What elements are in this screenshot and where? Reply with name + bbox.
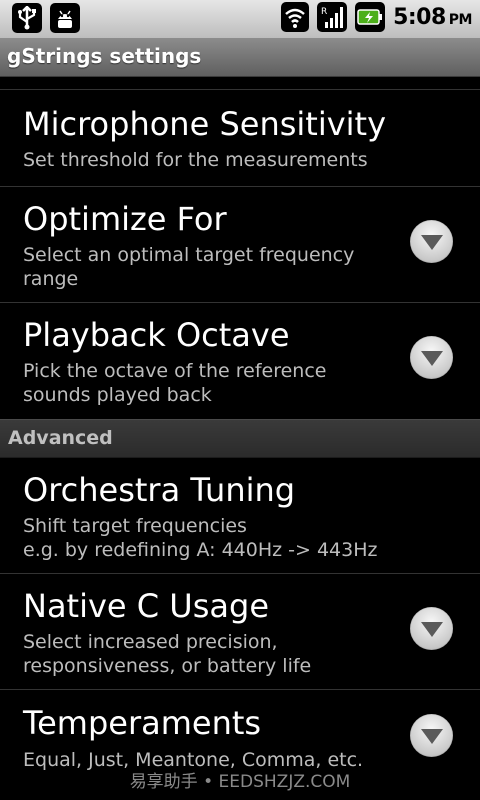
- pref-title: Microphone Sensitivity: [23, 105, 387, 143]
- page-title: gStrings settings: [7, 44, 202, 68]
- status-left-icons: [12, 3, 80, 33]
- pref-summary: Set threshold for the measurements: [23, 149, 368, 171]
- status-right-icons: R 5:08 PM: [281, 2, 473, 32]
- pref-microphone-sensitivity[interactable]: Microphone Sensitivity Set threshold for…: [0, 90, 480, 187]
- status-clock: 5:08 PM: [393, 5, 472, 30]
- pref-title: Playback Octave: [23, 316, 290, 354]
- dropdown-arrow-icon[interactable]: [410, 714, 453, 757]
- watermark: 易享助手 • EEDSHZJZ.COM: [129, 772, 351, 792]
- title-bar: gStrings settings: [0, 38, 480, 77]
- pref-orchestra-tuning[interactable]: Orchestra Tuning Shift target frequencie…: [0, 457, 480, 574]
- battery-charging-icon: [355, 2, 386, 32]
- pref-summary: Pick the octave of the reference sounds …: [23, 360, 327, 406]
- dropdown-arrow-icon[interactable]: [410, 336, 453, 379]
- pref-optimize-for[interactable]: Optimize For Select an optimal target fr…: [0, 187, 480, 303]
- pref-summary-line1: Shift target frequencies: [23, 515, 247, 537]
- android-debug-icon: [50, 3, 80, 33]
- category-label: Advanced: [8, 427, 113, 449]
- pref-title: Temperaments: [23, 704, 262, 742]
- pref-native-c-usage[interactable]: Native C Usage Select increased precisio…: [0, 574, 480, 690]
- usb-icon: [12, 3, 42, 33]
- signal-roaming-icon: R: [317, 2, 348, 32]
- dropdown-arrow-icon[interactable]: [410, 220, 453, 263]
- clock-ampm: PM: [448, 11, 473, 28]
- clock-time: 5:08: [393, 4, 446, 30]
- pref-title: Optimize For: [23, 200, 227, 238]
- status-bar: R 5:08 PM: [0, 0, 480, 38]
- pref-playback-octave[interactable]: Playback Octave Pick the octave of the r…: [0, 303, 480, 420]
- pref-title: Orchestra Tuning: [23, 471, 296, 509]
- pref-summary: Select an optimal target frequency range: [23, 244, 355, 290]
- pref-summary: Select increased precision, responsivene…: [23, 631, 312, 677]
- pref-summary-line2: e.g. by redefining A: 440Hz -> 443Hz: [23, 539, 378, 561]
- dropdown-arrow-icon[interactable]: [410, 607, 453, 650]
- svg-text:R: R: [321, 7, 327, 17]
- wifi-icon: [281, 2, 310, 32]
- pref-title: Native C Usage: [23, 587, 269, 625]
- category-header-advanced: Advanced: [0, 419, 480, 458]
